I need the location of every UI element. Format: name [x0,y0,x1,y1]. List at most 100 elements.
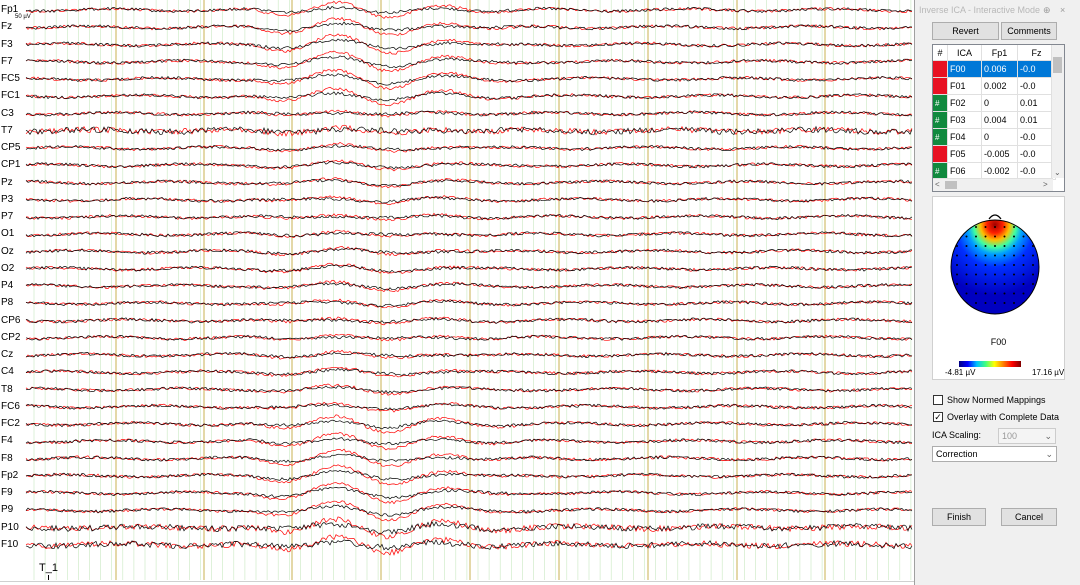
component-name-cell[interactable]: F03 [947,111,982,129]
channel-label-t8[interactable]: T8 [1,383,14,396]
ica-table-row[interactable]: F01 0.002 -0.0 [933,77,1056,95]
electrode-dot [994,283,996,285]
component-flag-cell[interactable] [933,60,948,78]
component-name-cell[interactable]: F05 [947,145,982,163]
channel-label-cp5[interactable]: CP5 [1,142,22,154]
fz-weight-cell[interactable]: -0.0 [1017,162,1056,180]
fz-weight-cell[interactable]: 0.01 [1017,94,1056,112]
cancel-button[interactable]: Cancel [1001,508,1057,526]
electrode-dot [965,245,968,247]
pin-icon[interactable]: ⊕ [1043,0,1051,20]
channel-label-c3[interactable]: C3 [1,107,15,120]
component-flag-cell[interactable]: # [933,128,948,146]
column-header-flag[interactable]: # [933,45,948,61]
channel-label-f3[interactable]: F3 [1,38,14,51]
overlay-complete-data-checkbox[interactable]: ✓ Overlay with Complete Data [933,412,1059,422]
component-name-cell[interactable]: F00 [947,60,982,78]
close-icon[interactable]: × [1060,0,1065,20]
component-flag-cell[interactable]: # [933,111,948,129]
channel-label-p4[interactable]: P4 [1,280,15,292]
column-header-ica[interactable]: ICA [947,45,982,61]
eeg-trace-view[interactable]: Fp1 Fz F3 F7 FC5 FC1 C3 T7 CP5 CP1 Pz P3 P7 O1 Oz O2 P4 P… [0,0,914,585]
finish-button[interactable]: Finish [932,508,986,526]
fp1-weight-cell[interactable]: 0.002 [981,77,1018,95]
channel-label-fp2[interactable]: Fp2 [1,469,20,482]
channel-label-o2[interactable]: O2 [1,262,16,275]
channel-label-fc6[interactable]: FC6 [1,400,21,413]
electrode-dot [984,226,987,228]
channel-label-p3[interactable]: P3 [1,193,15,206]
channel-label-p10[interactable]: P10 [1,521,20,534]
channel-label-oz[interactable]: Oz [1,245,15,258]
component-flag-cell[interactable]: # [933,162,948,180]
fp1-weight-cell[interactable]: -0.005 [981,145,1018,163]
ica-table-row[interactable]: # F06 -0.002 -0.0 [933,162,1056,180]
fz-weight-cell[interactable]: -0.0 [1017,128,1056,146]
scroll-down-icon[interactable]: ⌄ [1054,168,1061,177]
checkbox-box[interactable]: ✓ [933,412,943,422]
checkbox-box[interactable] [933,395,943,405]
horizontal-scroll-thumb[interactable] [945,181,957,189]
channel-label-cp1[interactable]: CP1 [1,159,22,172]
ica-table-row[interactable]: # F04 0 -0.0 [933,128,1056,146]
channel-label-f8[interactable]: F8 [1,452,14,465]
ica-table-row[interactable]: F00 0.006 -0.0 [933,60,1056,78]
component-name-cell[interactable]: F02 [947,94,982,112]
ica-component-table[interactable]: # ICA Fp1 Fz F00 0.006 -0.0 F01 0.002 -0.0 # F0… [932,44,1065,192]
mode-select[interactable]: Correction ⌄ [932,446,1057,462]
component-flag-cell[interactable] [933,77,948,95]
component-name-cell[interactable]: F04 [947,128,982,146]
fz-weight-cell[interactable]: -0.0 [1017,145,1056,163]
show-normed-mappings-checkbox[interactable]: Show Normed Mappings [933,395,1046,405]
fp1-weight-cell[interactable]: 0.006 [981,60,1018,78]
component-flag-cell[interactable]: # [933,94,948,112]
electrode-dot [1032,302,1034,304]
ica-table-row[interactable]: # F03 0.004 0.01 [933,111,1056,129]
channel-label-f10[interactable]: F10 [1,538,20,551]
channel-label-f4[interactable]: F4 [1,435,14,448]
channel-label-fc5[interactable]: FC5 [1,73,21,85]
ica-scaling-select[interactable]: 100 ⌄ [998,428,1056,444]
channel-label-fc2[interactable]: FC2 [1,418,21,430]
revert-button[interactable]: Revert [932,22,999,40]
event-marker-label[interactable]: T_1 [39,562,58,574]
channel-label-f7[interactable]: F7 [1,55,14,68]
component-name-cell[interactable]: F01 [947,77,982,95]
fp1-weight-cell[interactable]: 0 [981,94,1018,112]
table-vertical-scrollbar[interactable]: ⌄ [1051,45,1064,178]
channel-label-f9[interactable]: F9 [1,487,14,499]
channel-label-c4[interactable]: C4 [1,366,15,379]
scroll-right-icon[interactable]: > [1043,180,1048,189]
column-header-fp1[interactable]: Fp1 [981,45,1018,61]
channel-label-p7[interactable]: P7 [1,211,15,223]
component-name-cell[interactable]: F06 [947,162,982,180]
channel-label-pz[interactable]: Pz [1,176,14,189]
channel-label-p8[interactable]: P8 [1,297,15,310]
component-flag-cell[interactable] [933,145,948,163]
electrode-dot [1003,245,1006,247]
channel-label-fz[interactable]: Fz [1,21,14,34]
fp1-weight-cell[interactable]: 0.004 [981,111,1018,129]
fp1-weight-cell[interactable]: 0 [981,128,1018,146]
vertical-scroll-thumb[interactable] [1053,57,1062,73]
channel-label-o1[interactable]: O1 [1,228,16,241]
channel-label-cp2[interactable]: CP2 [1,331,22,344]
ica-table-row[interactable]: F05 -0.005 -0.0 [933,145,1056,163]
fp1-weight-cell[interactable]: -0.002 [981,162,1018,180]
channel-label-fc1[interactable]: FC1 [1,90,21,103]
fz-weight-cell[interactable]: 0.01 [1017,111,1056,129]
channel-label-cp6[interactable]: CP6 [1,314,22,327]
comments-button[interactable]: Comments [1001,22,1057,40]
panel-title-bar[interactable]: Inverse ICA - Interactive Mode ⊕ × [915,0,1080,20]
table-horizontal-scrollbar[interactable]: < > [933,178,1053,191]
electrode-dot [965,226,968,228]
ica-table-row[interactable]: # F02 0 0.01 [933,94,1056,112]
eeg-trace-raw [25,144,913,152]
channel-label-t7[interactable]: T7 [1,124,14,137]
fz-weight-cell[interactable]: -0.0 [1017,77,1056,95]
channel-label-cz[interactable]: Cz [1,349,15,361]
scroll-left-icon[interactable]: < [935,180,940,189]
column-header-fz[interactable]: Fz [1017,45,1056,61]
fz-weight-cell[interactable]: -0.0 [1017,60,1056,78]
channel-label-p9[interactable]: P9 [1,504,15,517]
